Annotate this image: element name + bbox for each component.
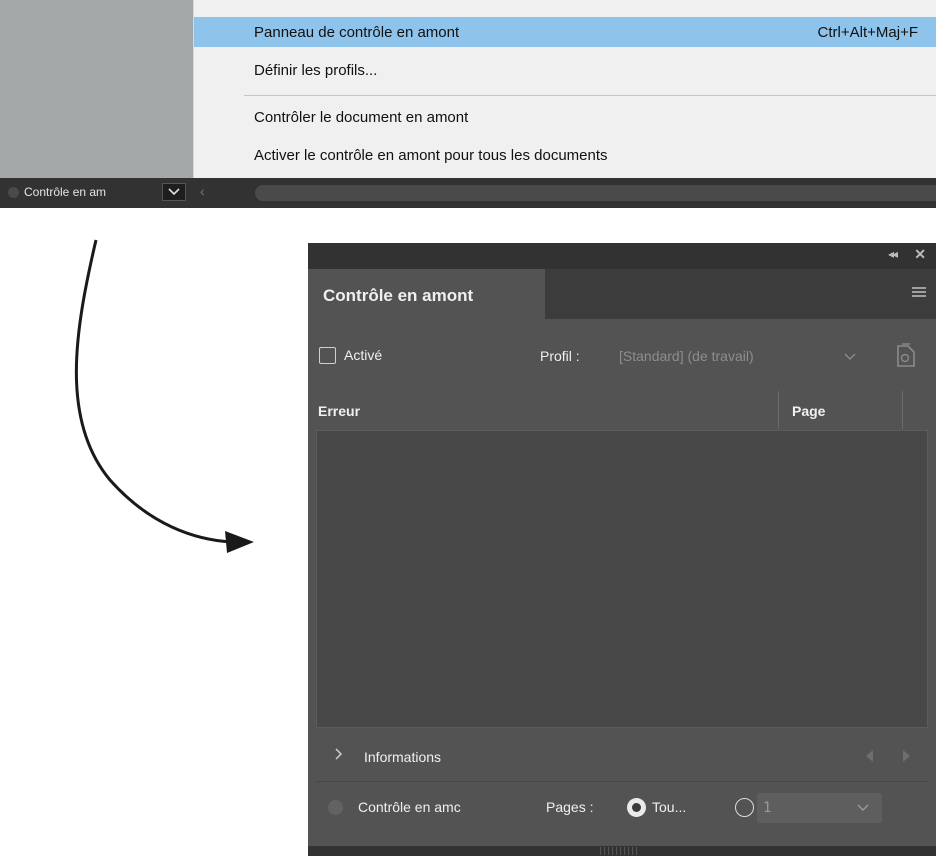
- tab-label: Contrôle en amont: [323, 286, 474, 305]
- divider: [316, 781, 928, 782]
- preflight-panel: ◂◂ ✕ Contrôle en amont Activé Profil : […: [308, 243, 936, 856]
- resize-grip[interactable]: [600, 847, 640, 855]
- info-label[interactable]: Informations: [364, 749, 441, 765]
- error-table-header: Erreur Page: [308, 391, 936, 429]
- column-divider[interactable]: [778, 391, 779, 429]
- column-header-page[interactable]: Page: [792, 403, 825, 419]
- column-divider[interactable]: [902, 391, 903, 429]
- close-icon[interactable]: ✕: [914, 246, 926, 263]
- horizontal-scrollbar[interactable]: [255, 185, 936, 201]
- preflight-status-dot: [328, 800, 343, 815]
- pages-label: Pages :: [546, 799, 594, 815]
- preflight-footer-controls: Contrôle en amc Pages : Tou... 1: [308, 785, 936, 831]
- info-row: Informations: [308, 736, 936, 776]
- preflight-status-label: Contrôle en amc: [358, 799, 461, 815]
- page-range-value: 1: [763, 800, 772, 816]
- column-header-error[interactable]: Erreur: [318, 403, 360, 419]
- profile-label: Profil :: [540, 348, 580, 364]
- enabled-checkbox[interactable]: [319, 347, 336, 364]
- triangle-right-icon[interactable]: [902, 750, 910, 762]
- hamburger-icon[interactable]: [912, 287, 926, 299]
- enabled-label: Activé: [344, 347, 383, 363]
- error-list[interactable]: [316, 430, 928, 728]
- panel-tab-bar: Contrôle en amont: [308, 269, 936, 319]
- page-range-select[interactable]: 1: [757, 793, 882, 823]
- chevron-down-icon[interactable]: [844, 353, 856, 361]
- profile-select[interactable]: [Standard] (de travail): [619, 348, 754, 364]
- pages-all-label[interactable]: Tou...: [652, 799, 686, 815]
- menu-item-shortcut: Ctrl+Alt+Maj+F: [817, 23, 918, 41]
- panel-title-bar: ◂◂ ✕: [308, 243, 936, 269]
- tab-preflight[interactable]: Contrôle en amont: [308, 269, 545, 319]
- curved-arrow-icon: [74, 239, 254, 553]
- pages-range-radio[interactable]: [735, 798, 754, 817]
- menu-separator: [244, 95, 936, 96]
- chevron-down-icon: [857, 804, 869, 811]
- profile-document-icon[interactable]: [890, 341, 920, 371]
- pages-all-radio[interactable]: [627, 798, 646, 817]
- triangle-left-icon[interactable]: [866, 750, 874, 762]
- chevron-right-icon[interactable]: [334, 747, 344, 761]
- double-chevron-icon[interactable]: ◂◂: [888, 247, 898, 261]
